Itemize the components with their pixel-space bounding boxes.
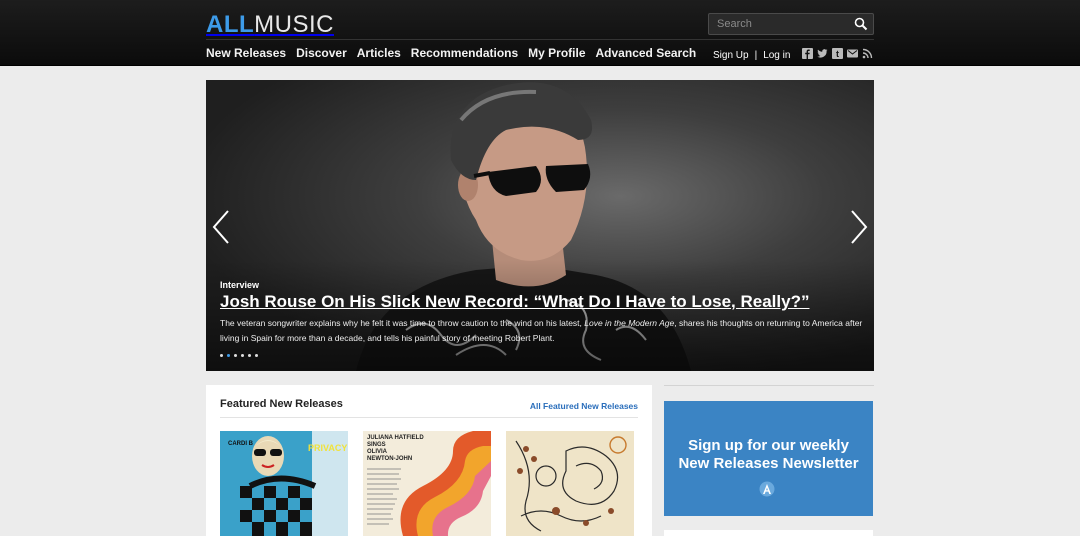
search-input[interactable] (717, 16, 847, 32)
cover-2-line4: NEWTON-JOHN (367, 456, 413, 462)
facebook-icon[interactable] (802, 46, 813, 59)
sidebar-next-module (664, 530, 873, 536)
main-nav: New Releases Discover Articles Recommend… (206, 46, 696, 60)
all-featured-link[interactable]: All Featured New Releases (530, 401, 638, 411)
nav-new-releases[interactable]: New Releases (206, 46, 286, 60)
carousel-dot[interactable] (255, 354, 258, 357)
carousel-dot[interactable] (248, 354, 251, 357)
newsletter-line1: Sign up for our weekly (688, 437, 849, 454)
hero-dek-album: Love in the Modern Age (584, 318, 675, 328)
featured-new-releases: Featured New Releases All Featured New R… (206, 385, 652, 536)
logo-all: ALL (206, 11, 255, 38)
nav-discover[interactable]: Discover (296, 46, 347, 60)
social-links: t (802, 46, 873, 59)
cover-2-line3: OLIVIA (367, 449, 388, 455)
cover-cardi-b[interactable]: CARDI B PRIVACY (220, 431, 348, 536)
account-separator: | (754, 50, 758, 61)
carousel-dot[interactable] (220, 354, 223, 357)
cover-juliana-hatfield[interactable]: JULIANA HATFIELD SINGS OLIVIA NEWTON-JOH… (363, 431, 491, 536)
newsletter-promo-text: Sign up for our weekly New Releases News… (664, 437, 873, 473)
cover-1-artist: CARDI B (228, 441, 253, 447)
newsletter-promo[interactable]: Sign up for our weekly New Releases News… (664, 401, 873, 516)
nav-my-profile[interactable]: My Profile (528, 46, 585, 60)
site-header: ALLMUSIC New Releases Discover Articles … (0, 0, 1080, 66)
svg-text:t: t (836, 49, 839, 59)
cover-1-title: PRIVACY (308, 443, 348, 453)
hero-kicker: Interview (220, 280, 260, 290)
cover-third[interactable] (506, 431, 634, 536)
nav-recommendations[interactable]: Recommendations (411, 46, 518, 60)
cover-2-line2: SINGS (367, 442, 386, 448)
hero-description: The veteran songwriter explains why he f… (220, 316, 866, 346)
carousel-dots (220, 354, 258, 357)
logo-music: MUSIC (254, 11, 334, 38)
nav-advanced-search[interactable]: Advanced Search (596, 46, 697, 60)
carousel-prev-arrow-icon[interactable] (210, 208, 232, 246)
rss-icon[interactable] (862, 46, 873, 59)
account-links: Sign Up | Log in (713, 50, 790, 61)
featured-divider (220, 417, 638, 418)
featured-title: Featured New Releases (220, 398, 343, 410)
email-icon[interactable] (847, 46, 858, 58)
carousel-dot[interactable] (227, 354, 230, 357)
cover-2-line1: JULIANA HATFIELD (367, 435, 424, 441)
hero-carousel[interactable]: Interview Josh Rouse On His Slick New Re… (206, 80, 874, 371)
signup-link[interactable]: Sign Up (713, 50, 749, 61)
search-icon[interactable] (853, 16, 869, 32)
allmusic-badge-icon (759, 481, 775, 497)
nav-articles[interactable]: Articles (357, 46, 401, 60)
cover-art-3 (506, 431, 634, 536)
login-link[interactable]: Log in (763, 50, 790, 61)
tumblr-icon[interactable]: t (832, 46, 843, 59)
hero-dek-part1: The veteran songwriter explains why he f… (220, 318, 585, 328)
twitter-icon[interactable] (817, 46, 828, 58)
search-box (708, 13, 874, 35)
carousel-next-arrow-icon[interactable] (848, 208, 870, 246)
allmusic-logo[interactable]: ALLMUSIC (206, 11, 334, 39)
carousel-dot[interactable] (234, 354, 237, 357)
sidebar-divider (664, 385, 874, 386)
carousel-dot[interactable] (241, 354, 244, 357)
header-divider (206, 39, 874, 40)
hero-headline[interactable]: Josh Rouse On His Slick New Record: “Wha… (220, 292, 809, 312)
newsletter-line2: New Releases Newsletter (678, 455, 859, 472)
